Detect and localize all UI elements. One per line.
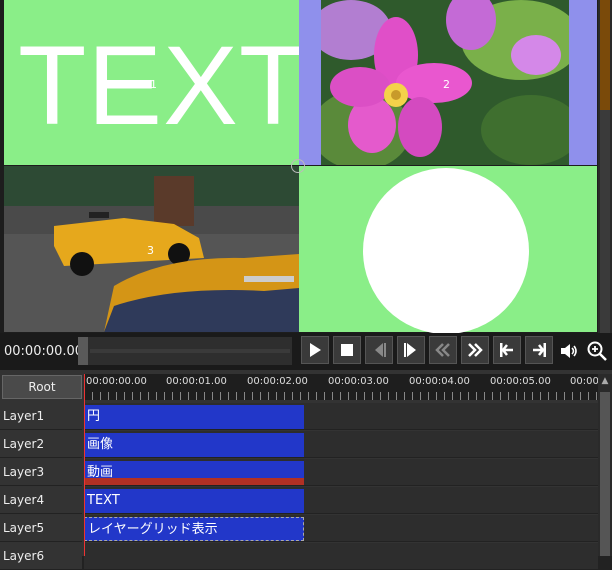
stop-icon — [341, 344, 353, 356]
prev-frame-button[interactable] — [365, 336, 393, 364]
circle-panel[interactable] — [299, 166, 597, 333]
panel-number: 1 — [150, 78, 157, 91]
go-to-end-icon — [533, 343, 546, 357]
preview-canvas[interactable]: TEXT 1 2 3 — [0, 0, 598, 333]
prev-frame-icon — [375, 343, 386, 357]
layer-lane[interactable] — [84, 543, 598, 570]
text-panel[interactable]: TEXT 1 — [4, 0, 307, 165]
anchor-handle[interactable] — [291, 159, 305, 173]
rewind-icon — [435, 343, 450, 357]
go-to-end-button[interactable] — [525, 336, 553, 364]
zoom-in-icon[interactable] — [586, 340, 608, 362]
ruler-ticks — [84, 392, 598, 400]
go-to-start-button[interactable] — [493, 336, 521, 364]
layer-label[interactable]: Layer1 — [0, 403, 82, 430]
clip-video[interactable]: 動画 — [84, 461, 304, 485]
ruler-label: 00:00 — [570, 376, 599, 387]
play-icon — [310, 343, 321, 357]
video-panel[interactable]: 3 — [4, 166, 299, 332]
root-button[interactable]: Root — [2, 375, 82, 399]
panel-number: 2 — [443, 78, 450, 91]
volume-icon[interactable] — [558, 340, 580, 362]
seek-track[interactable] — [90, 349, 290, 353]
fast-forward-icon — [468, 343, 483, 357]
clip-image[interactable]: 画像 — [84, 433, 304, 457]
next-frame-button[interactable] — [397, 336, 425, 364]
fast-forward-button[interactable] — [461, 336, 489, 364]
circle-shape[interactable] — [363, 168, 529, 333]
layer-label[interactable]: Layer6 — [0, 543, 82, 570]
side-strip — [598, 0, 612, 333]
time-display: 00:00:00.00 — [4, 344, 84, 359]
layer-label[interactable]: Layer2 — [0, 431, 82, 458]
layer-label[interactable]: Layer4 — [0, 487, 82, 514]
scroll-up-icon[interactable]: ▲ — [600, 376, 610, 386]
clip-circle[interactable]: 円 — [84, 405, 304, 429]
ruler-label: 00:00:03.00 — [328, 376, 389, 387]
side-bar-top — [600, 0, 610, 110]
layer-label[interactable]: Layer3 — [0, 459, 82, 486]
playhead[interactable] — [84, 374, 85, 556]
ruler-label: 00:00:04.00 — [409, 376, 470, 387]
ruler-label: 00:00:00.00 — [86, 376, 147, 387]
ruler-label: 00:00:02.00 — [247, 376, 308, 387]
play-button[interactable] — [301, 336, 329, 364]
clip-text[interactable]: TEXT — [84, 489, 304, 513]
layer-label[interactable]: Layer5 — [0, 515, 82, 542]
next-frame-icon — [404, 343, 416, 357]
ruler-label: 00:00:01.00 — [166, 376, 227, 387]
side-bar-bottom — [600, 110, 610, 333]
clip-layer-grid[interactable]: レイヤーグリッド表示 — [84, 517, 304, 541]
ruler-label: 00:00:05.00 — [490, 376, 551, 387]
seek-handle[interactable] — [78, 337, 88, 365]
text-object[interactable]: TEXT — [18, 30, 308, 142]
stop-button[interactable] — [333, 336, 361, 364]
go-to-start-icon — [500, 343, 513, 357]
scrollbar-thumb[interactable] — [600, 392, 610, 556]
rewind-button[interactable] — [429, 336, 457, 364]
image-panel[interactable]: 2 — [299, 0, 597, 165]
panel-number: 3 — [147, 244, 154, 257]
